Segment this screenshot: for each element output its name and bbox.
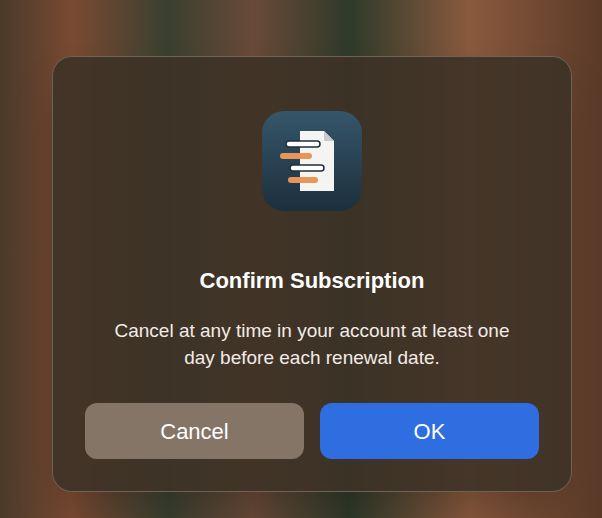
confirm-dialog: Confirm Subscription Cancel at any time i… (52, 56, 572, 492)
app-icon (260, 109, 364, 213)
button-row: Cancel OK (53, 403, 571, 459)
dialog-title: Confirm Subscription (200, 267, 425, 295)
dialog-message: Cancel at any time in your account at le… (102, 317, 522, 371)
desktop: Confirm Subscription Cancel at any time i… (0, 0, 602, 518)
cancel-button[interactable]: Cancel (85, 403, 304, 459)
ok-button[interactable]: OK (320, 403, 539, 459)
